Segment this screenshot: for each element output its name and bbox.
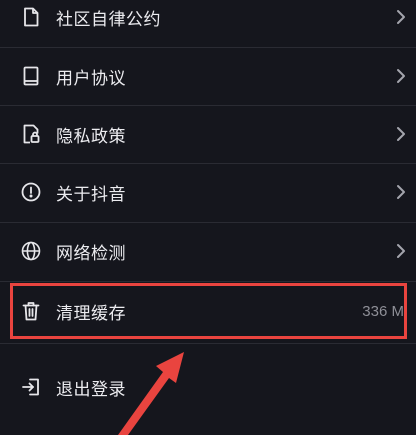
chevron-right-icon	[394, 123, 408, 145]
menu-item-label: 隐私政策	[56, 126, 126, 147]
logout-icon	[20, 376, 42, 398]
menu-item-network-check[interactable]: 网络检测	[0, 222, 416, 280]
trash-icon	[20, 300, 42, 322]
menu-item-about[interactable]: 关于抖音	[0, 163, 416, 221]
menu-item-label: 网络检测	[56, 243, 126, 264]
globe-icon	[20, 240, 42, 262]
menu-item-privacy-policy[interactable]: 隐私政策	[0, 105, 416, 163]
cache-size-value: 336 M	[362, 302, 404, 320]
menu-item-community-guidelines[interactable]: 社区自律公约	[0, 0, 416, 46]
book-icon	[20, 65, 42, 87]
document-icon	[20, 6, 42, 28]
menu-item-label: 退出登录	[56, 379, 126, 400]
chevron-right-icon	[394, 240, 408, 262]
settings-list: 社区自律公约 用户协议 隐私政策 关于抖音 网络检测 清理缓存 336 M 退出…	[0, 0, 416, 435]
menu-item-clear-cache[interactable]: 清理缓存 336 M	[0, 282, 416, 340]
lock-document-icon	[20, 123, 42, 145]
chevron-right-icon	[394, 6, 408, 28]
chevron-right-icon	[394, 181, 408, 203]
info-icon	[20, 181, 42, 203]
chevron-right-icon	[394, 65, 408, 87]
menu-item-logout[interactable]: 退出登录	[0, 358, 416, 416]
menu-item-label: 关于抖音	[56, 184, 126, 205]
menu-item-label: 清理缓存	[56, 303, 126, 324]
menu-item-label: 用户协议	[56, 68, 126, 89]
divider	[0, 343, 416, 344]
menu-item-label: 社区自律公约	[56, 9, 161, 30]
menu-item-user-agreement[interactable]: 用户协议	[0, 47, 416, 105]
